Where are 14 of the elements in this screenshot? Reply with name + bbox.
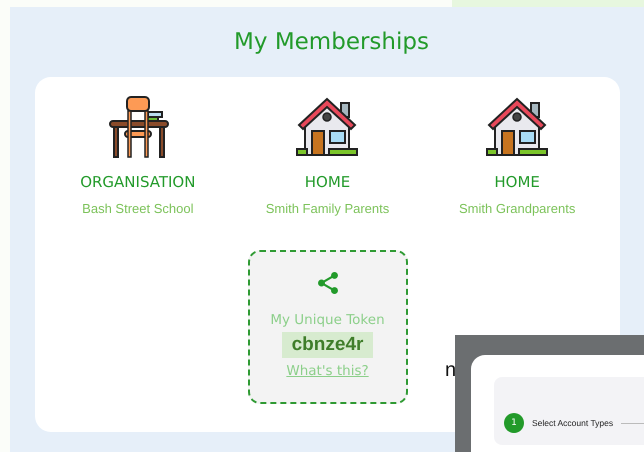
house-icon — [295, 95, 360, 159]
page-title: My Memberships — [233, 28, 430, 57]
token-label: My Unique Token — [270, 312, 385, 328]
step-label[interactable]: Select Account Types — [532, 418, 614, 428]
membership-type: ORGANISATION — [80, 173, 196, 191]
step-number[interactable]: 1 — [504, 413, 524, 433]
membership-name: Smith Grandparents — [458, 201, 576, 216]
token-value: cbnze4r — [282, 332, 374, 358]
membership-name: Bash Street School — [82, 201, 194, 216]
partial-text: n — [445, 359, 456, 382]
membership-name: Smith Family Parents — [266, 201, 390, 216]
membership-type: HOME — [304, 173, 350, 191]
house-icon — [485, 95, 550, 159]
membership-type: HOME — [494, 173, 540, 191]
